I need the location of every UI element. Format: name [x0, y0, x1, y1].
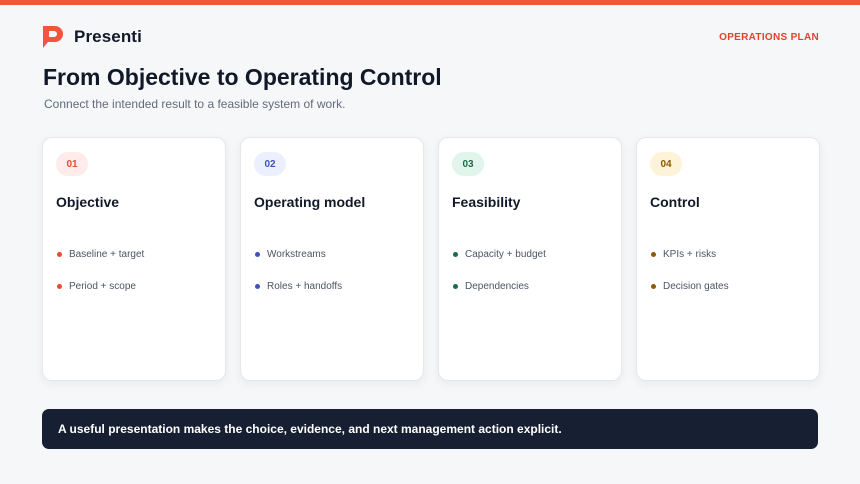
list-item: Capacity + budget — [453, 248, 546, 260]
bullet-text: Capacity + budget — [465, 248, 546, 260]
step-badge: 02 — [254, 152, 286, 176]
brand-name: Presenti — [74, 27, 142, 46]
card-title: Operating model — [254, 194, 366, 210]
step-badge: 01 — [56, 152, 88, 176]
bullet-text: Dependencies — [465, 280, 529, 292]
bullet-dot-icon — [57, 251, 62, 257]
slide-title: From Objective to Operating Control — [43, 64, 442, 90]
list-item: Period + scope — [57, 280, 144, 292]
bullet-dot-icon — [453, 251, 458, 257]
top-accent-bar — [0, 0, 860, 5]
key-message-callout: A useful presentation makes the choice, … — [42, 409, 818, 449]
list-item: Dependencies — [453, 280, 546, 292]
bullet-dot-icon — [255, 251, 260, 257]
bullet-dot-icon — [651, 283, 656, 289]
list-item: Baseline + target — [57, 248, 144, 260]
bullet-text: Decision gates — [663, 280, 729, 292]
bullet-list: Workstreams Roles + handoffs — [255, 248, 342, 312]
callout-text: A useful presentation makes the choice, … — [58, 422, 562, 436]
bullet-dot-icon — [57, 283, 62, 289]
card-operating-model: 02 Operating model Workstreams Roles + h… — [240, 137, 424, 381]
section-label: OPERATIONS PLAN — [719, 32, 819, 43]
bullet-list: Capacity + budget Dependencies — [453, 248, 546, 312]
bullet-list: Baseline + target Period + scope — [57, 248, 144, 312]
card-feasibility: 03 Feasibility Capacity + budget Depende… — [438, 137, 622, 381]
bullet-dot-icon — [255, 283, 260, 289]
step-badge: 03 — [452, 152, 484, 176]
card-row: 01 Objective Baseline + target Period + … — [42, 137, 820, 381]
list-item: Decision gates — [651, 280, 729, 292]
list-item: Roles + handoffs — [255, 280, 342, 292]
card-control: 04 Control KPIs + risks Decision gates — [636, 137, 820, 381]
step-badge: 04 — [650, 152, 682, 176]
card-objective: 01 Objective Baseline + target Period + … — [42, 137, 226, 381]
bullet-text: Workstreams — [267, 248, 326, 260]
list-item: Workstreams — [255, 248, 342, 260]
list-item: KPIs + risks — [651, 248, 729, 260]
bullet-text: KPIs + risks — [663, 248, 717, 260]
bullet-dot-icon — [651, 251, 656, 257]
bullet-list: KPIs + risks Decision gates — [651, 248, 729, 312]
brand-logo: Presenti — [40, 25, 142, 49]
slide-subtitle: Connect the intended result to a feasibl… — [44, 97, 346, 111]
bullet-text: Roles + handoffs — [267, 280, 343, 292]
bullet-dot-icon — [453, 283, 458, 289]
presenti-p-logo-icon — [43, 26, 63, 48]
bullet-text: Period + scope — [69, 280, 136, 292]
card-title: Feasibility — [452, 194, 521, 210]
card-title: Objective — [56, 194, 120, 210]
bullet-text: Baseline + target — [69, 248, 145, 260]
card-title: Control — [650, 194, 700, 210]
